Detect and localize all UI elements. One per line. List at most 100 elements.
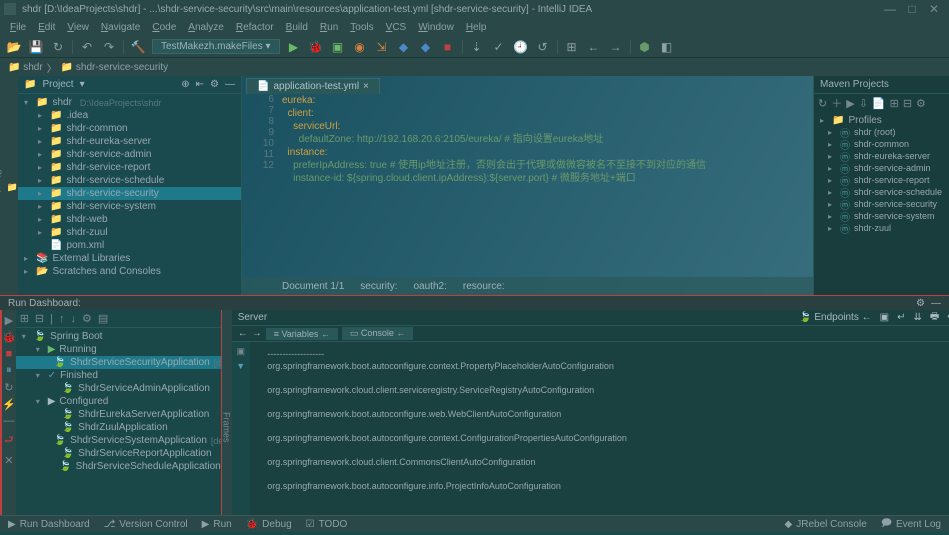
rd-run-icon[interactable]: ▶ [5, 314, 13, 327]
tree-item[interactable]: 📄pom.xml [18, 239, 241, 252]
rd-hide-icon[interactable]: — [931, 298, 941, 309]
rd-up-icon[interactable]: ↑ [59, 313, 65, 325]
rd-tree-item[interactable]: 🍃ShdrServiceSystemApplication [devtools] [16, 434, 221, 447]
rd-pause-icon[interactable]: ⏸ [6, 364, 12, 377]
maven-item[interactable]: ▸ⓜshdr-service-security [814, 198, 949, 210]
status-jrebel-console[interactable]: ◆JRebel Console [785, 516, 867, 533]
status-run[interactable]: ▶Run [202, 519, 232, 530]
editor-breadcrumb-item[interactable]: Document 1/1 [282, 281, 344, 292]
undo-icon[interactable]: ↶ [79, 39, 95, 55]
maven-item[interactable]: ▸ⓜshdr-common [814, 138, 949, 150]
tree-item[interactable]: ▸📁shdr-zuul [18, 226, 241, 239]
rd-tree-item[interactable]: 🍃ShdrZuulApplication [16, 421, 221, 434]
menu-run[interactable]: Run [316, 22, 342, 33]
redo-icon[interactable]: ↷ [101, 39, 117, 55]
tree-item[interactable]: ▸📁shdr-eureka-server [18, 135, 241, 148]
tree-item[interactable]: ▸📁shdr-service-system [18, 200, 241, 213]
project-tool-tab[interactable]: 📁 [7, 182, 18, 193]
rd-tree-item[interactable]: 🍃ShdrServiceSecurityApplication [devtool… [16, 356, 221, 369]
rd-tree-item[interactable]: 🍃ShdrServiceAdminApplication [16, 382, 221, 395]
variables-tab[interactable]: ≡ Variables ← [266, 328, 338, 340]
project-gear-icon[interactable]: ⚙ [210, 79, 219, 90]
editor-tab[interactable]: 📄 application-test.yml × [246, 78, 380, 94]
frames-label[interactable]: Frames [222, 310, 232, 515]
rd-collapse-icon[interactable]: ⊟ [35, 312, 44, 325]
rd-tree-item[interactable]: ▾▶Running [16, 343, 221, 356]
menu-file[interactable]: File [6, 22, 30, 33]
maven-plus-icon[interactable]: ＋ [831, 95, 842, 111]
sub-right-icon[interactable]: → [252, 328, 262, 339]
rd-stop-icon[interactable]: ■ [6, 348, 13, 360]
vcs-history-icon[interactable]: 🕘 [513, 39, 529, 55]
coverage-icon[interactable]: ▣ [330, 39, 346, 55]
cg-select-icon[interactable]: ▣ [236, 346, 245, 357]
menu-vcs[interactable]: VCS [382, 22, 411, 33]
tree-item[interactable]: ▸📁shdr-service-report [18, 161, 241, 174]
tree-item[interactable]: ▸📁shdr-web [18, 213, 241, 226]
rd-tree-item[interactable]: 🍃ShdrServiceReportApplication [16, 447, 221, 460]
menu-analyze[interactable]: Analyze [184, 22, 228, 33]
maven-item[interactable]: ▸ⓜshdr-service-report [814, 174, 949, 186]
rd-tree-item[interactable]: ▾▶Configured [16, 395, 221, 408]
maven-collapse-icon[interactable]: ⊟ [903, 97, 912, 110]
menu-tools[interactable]: Tools [346, 22, 377, 33]
jrebel-panel-icon[interactable]: ⬢ [637, 39, 653, 55]
editor-breadcrumb-item[interactable]: oauth2: [414, 281, 447, 292]
maven-settings-icon[interactable]: ⚙ [916, 97, 926, 110]
rd-tree-item[interactable]: 🍃ShdrServiceScheduleApplication [16, 460, 221, 473]
project-hide-icon[interactable]: — [225, 79, 235, 90]
rd-tree-item[interactable]: ▾🍃Spring Boot [16, 330, 221, 343]
rd-tree-gear-icon[interactable]: ⚙ [82, 312, 92, 325]
endpoints-tab[interactable]: 🍃 Endpoints ← [799, 312, 872, 323]
status-event-log[interactable]: 🗩Event Log [881, 516, 941, 533]
attach-icon[interactable]: ⇲ [374, 39, 390, 55]
open-icon[interactable]: 📂 [6, 39, 22, 55]
maven-item[interactable]: ▸ⓜshdr (root) [814, 126, 949, 138]
sub-left-icon[interactable]: ← [238, 328, 248, 339]
maven-item[interactable]: ▸ⓜshdr-service-system [814, 210, 949, 222]
console-scroll-icon[interactable]: ⇊ [913, 312, 921, 323]
maven-run-icon[interactable]: ▶ [846, 97, 854, 110]
menu-edit[interactable]: Edit [34, 22, 59, 33]
extra-icon[interactable]: ◧ [659, 39, 675, 55]
run-config-select[interactable]: TestMakezh.makeFiles ▾ [152, 39, 280, 54]
rd-tree-filter-icon[interactable]: ▤ [98, 312, 108, 325]
rd-down-icon[interactable]: ↓ [71, 313, 77, 325]
save-icon[interactable]: 💾 [28, 39, 44, 55]
menu-view[interactable]: View [63, 22, 93, 33]
minimize-button[interactable]: — [879, 2, 901, 16]
console-print-icon[interactable]: 🖶 [930, 309, 939, 326]
status-todo[interactable]: ☑TODO [306, 519, 348, 530]
project-settings-icon[interactable]: ⊕ [181, 79, 189, 90]
menu-code[interactable]: Code [148, 22, 180, 33]
rd-gear-icon[interactable]: ⚙ [916, 298, 925, 309]
vcs-commit-icon[interactable]: ✓ [491, 39, 507, 55]
maven-item[interactable]: ▸ⓜshdr-eureka-server [814, 150, 949, 162]
server-tab[interactable]: Server [238, 312, 267, 323]
maven-item[interactable]: ▸ⓜshdr-zuul [814, 222, 949, 234]
menu-build[interactable]: Build [282, 22, 312, 33]
menu-navigate[interactable]: Navigate [97, 22, 144, 33]
tree-item[interactable]: ▸📂Scratches and Consoles [18, 265, 241, 278]
editor-breadcrumb-item[interactable]: security: [360, 281, 397, 292]
tree-item[interactable]: ▸📁shdr-common [18, 122, 241, 135]
debug-icon[interactable]: 🐞 [308, 39, 324, 55]
rd-tree-item[interactable]: ▾✓Finished [16, 369, 221, 382]
structure-icon[interactable]: ⊞ [564, 39, 580, 55]
tree-item[interactable]: ▸📁shdr-service-schedule [18, 174, 241, 187]
vcs-update-icon[interactable]: ⇣ [469, 39, 485, 55]
maven-download-icon[interactable]: ⇩ [859, 97, 868, 110]
jrebel-icon[interactable]: ◆ [396, 39, 412, 55]
refresh-icon[interactable]: ↻ [50, 39, 66, 55]
project-collapse-icon[interactable]: ⇤ [196, 79, 204, 90]
tree-item[interactable]: ▸📚External Libraries [18, 252, 241, 265]
vcs-revert-icon[interactable]: ↺ [535, 39, 551, 55]
breadcrumb-module[interactable]: 📁 shdr-service-security [61, 62, 168, 73]
rd-close-icon[interactable]: ✕ [4, 454, 13, 467]
stop-icon[interactable]: ■ [440, 39, 456, 55]
maven-profiles[interactable]: ▸📁Profiles [814, 114, 949, 126]
tree-root[interactable]: ▾📁 shdr D:\IdeaProjects\shdr [18, 96, 241, 109]
menu-window[interactable]: Window [414, 22, 458, 33]
tab-close-icon[interactable]: × [363, 81, 369, 92]
menu-refactor[interactable]: Refactor [232, 22, 278, 33]
